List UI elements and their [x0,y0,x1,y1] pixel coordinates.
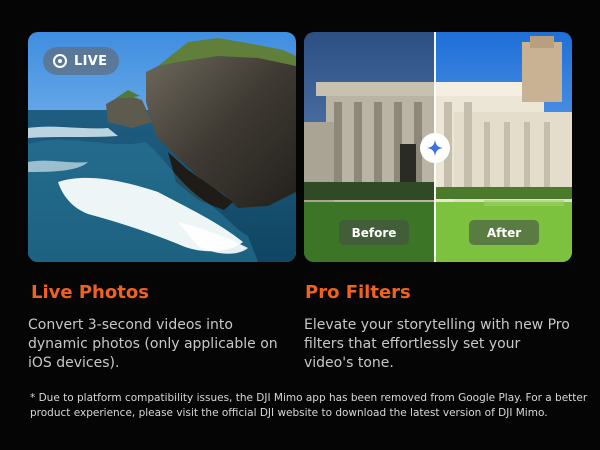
before-label: Before [339,220,409,245]
live-photo-icon [53,54,67,68]
live-badge-label: LIVE [74,53,108,69]
after-label: After [469,220,539,245]
pro-filters-title: Pro Filters [305,282,411,303]
live-badge: LIVE [43,47,120,75]
pro-filters-description: Elevate your storytelling with new Pro f… [304,317,570,371]
footnote: * Due to platform compatibility issues, … [30,392,588,419]
comparison-slider-handle[interactable] [420,133,450,163]
live-photo-card: LIVE [28,32,296,262]
pro-filter-card: Before After [304,32,572,262]
sparkle-icon [426,139,444,157]
live-photos-title: Live Photos [31,282,149,303]
live-photos-description: Convert 3-second videos into dynamic pho… [28,317,278,371]
